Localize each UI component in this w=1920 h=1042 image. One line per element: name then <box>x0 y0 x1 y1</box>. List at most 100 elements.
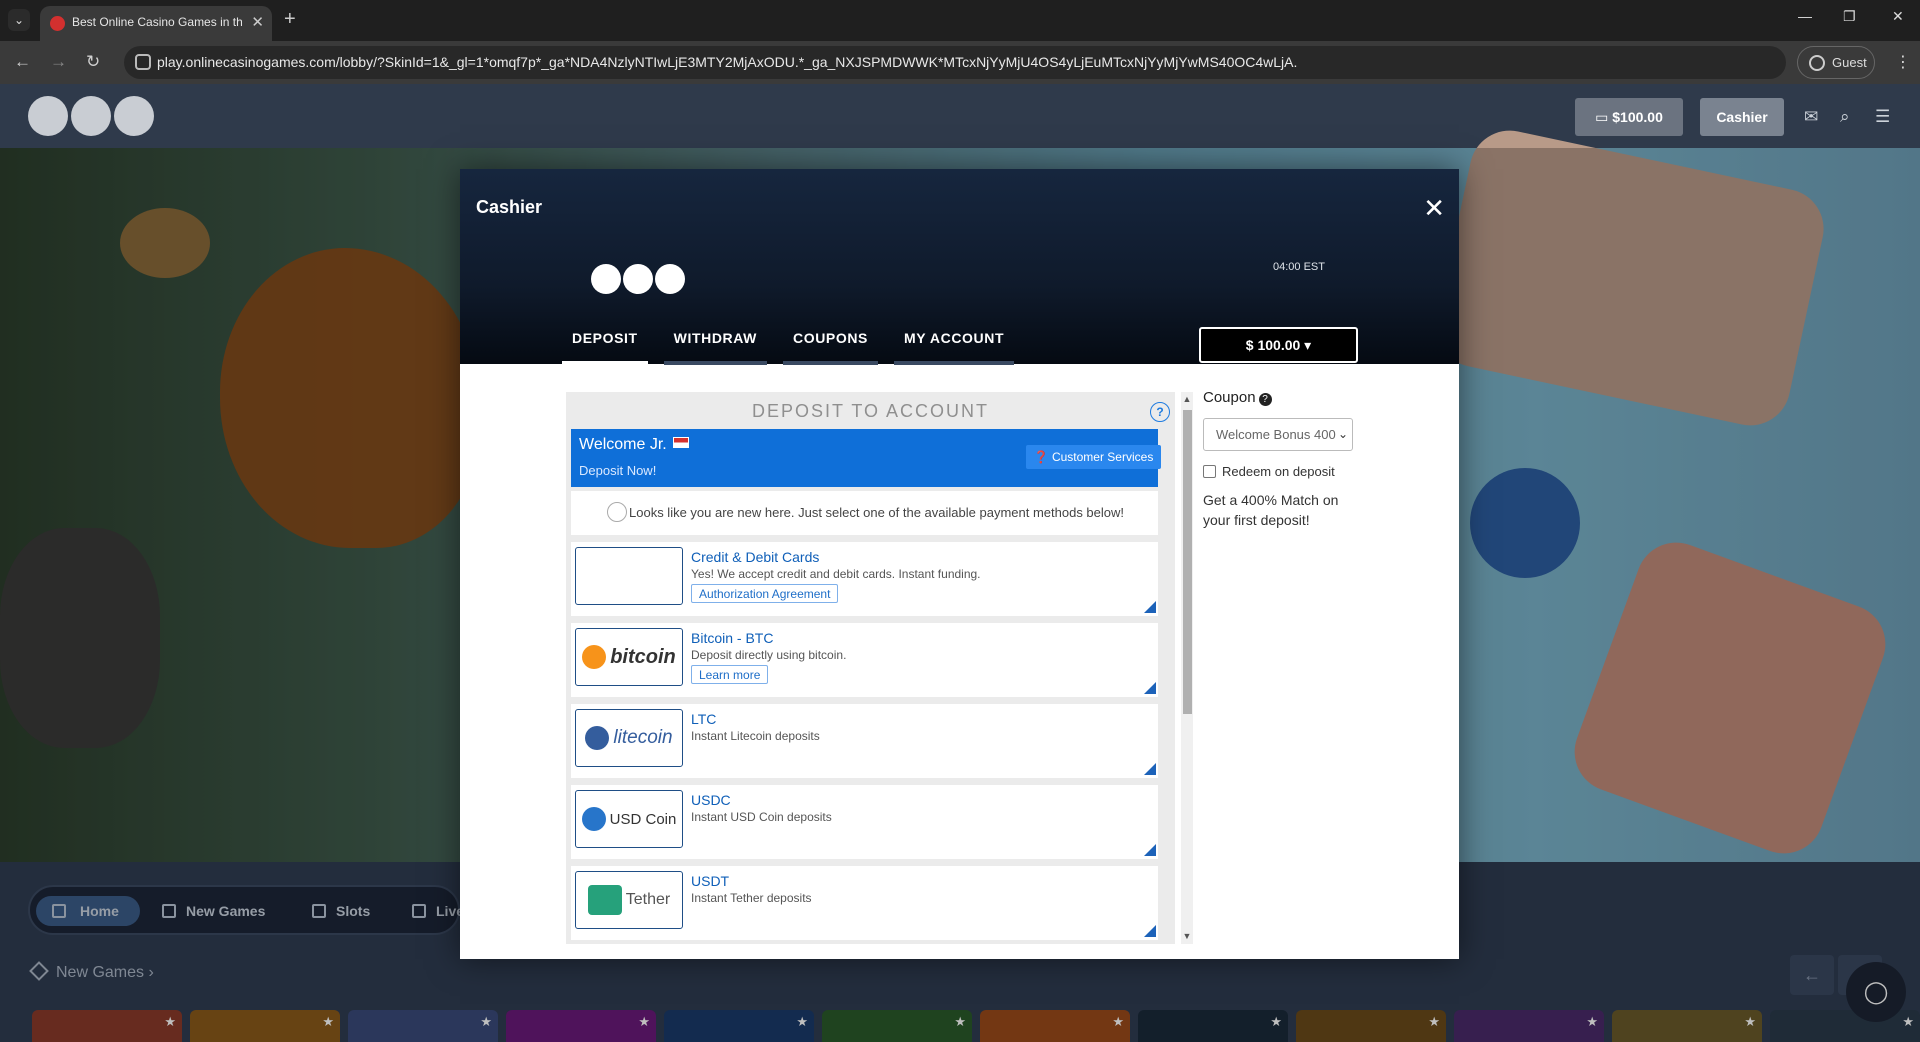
cashier-header: Cashier ✕ 04:00 EST DEPOSIT WITHDRAW COU… <box>460 169 1459 365</box>
bitcoin-icon <box>582 645 607 669</box>
welcome-line: Welcome Jr. <box>579 436 689 454</box>
tab-coupons[interactable]: COUPONS <box>783 329 878 365</box>
welcome-banner: Welcome Jr. Deposit Now! ❓ Customer Serv… <box>571 429 1161 487</box>
browser-menu-icon[interactable]: ⋮ <box>1895 52 1911 72</box>
usdc-icon <box>581 807 606 831</box>
site-logo[interactable] <box>28 90 154 142</box>
info-icon[interactable]: ? <box>1258 393 1272 406</box>
header-balance-button[interactable]: ▭ $100.00 <box>1575 98 1683 136</box>
address-bar[interactable]: play.onlinecasinogames.com/lobby/?SkinId… <box>124 46 1786 79</box>
hamburger-menu-icon[interactable]: ☰ <box>1875 107 1890 127</box>
close-window-icon[interactable]: ✕ <box>1892 8 1904 25</box>
reload-icon[interactable]: ↻ <box>86 52 100 72</box>
profile-icon <box>1809 55 1825 71</box>
redeem-checkbox[interactable] <box>1203 465 1216 478</box>
cashier-title: Cashier <box>476 197 543 217</box>
deposit-scrollbar-thumb[interactable] <box>1183 410 1192 714</box>
cashier-balance-dropdown[interactable]: $ 100.00 ▾ <box>1199 327 1358 363</box>
new-user-notice: Looks like you are new here. Just select… <box>571 491 1158 535</box>
coupon-select[interactable]: Welcome Bonus 400% ⌄ <box>1203 418 1353 451</box>
litecoin-icon <box>585 726 610 750</box>
tab-search-button[interactable]: ⌄ <box>8 9 30 31</box>
smiley-icon <box>607 502 627 522</box>
help-icon[interactable]: ? <box>1150 402 1170 422</box>
server-time: 04:00 EST <box>1273 261 1325 273</box>
bitcoin-logo: bitcoin <box>575 628 683 686</box>
payment-method-name: Credit & Debit Cards <box>691 549 820 565</box>
address-bar-row: ← → ↻ play.onlinecasinogames.com/lobby/?… <box>0 41 1920 84</box>
redeem-option[interactable]: Redeem on deposit <box>1203 464 1335 479</box>
back-icon[interactable]: ← <box>14 52 31 72</box>
restore-icon[interactable]: ❐ <box>1843 8 1856 25</box>
deposit-now-text: Deposit Now! <box>579 463 657 478</box>
payment-method-card[interactable]: Credit & Debit Cards Yes! We accept cred… <box>571 542 1158 616</box>
wallet-icon: ▭ <box>1595 109 1613 125</box>
welcome-text: Welcome Jr. <box>579 436 667 453</box>
payment-method-name: Bitcoin - BTC <box>691 630 774 646</box>
tab-withdraw[interactable]: WITHDRAW <box>663 329 767 365</box>
authorization-agreement-link[interactable]: Authorization Agreement <box>691 584 839 603</box>
payment-method-desc: Instant USD Coin deposits <box>691 810 832 824</box>
coupon-label-text: Coupon <box>1203 389 1256 406</box>
flag-icon <box>672 437 689 448</box>
chevron-down-icon: ⌄ <box>1335 427 1348 441</box>
deposit-title: DEPOSIT TO ACCOUNT <box>751 401 990 421</box>
site-info-icon[interactable] <box>135 54 151 70</box>
forward-icon[interactable]: → <box>50 52 67 72</box>
search-icon[interactable]: ⌕ <box>1840 107 1850 127</box>
tether-logo-text: Tether <box>625 891 671 908</box>
payment-method-name: LTC <box>691 711 717 727</box>
close-tab-icon[interactable]: ✕ <box>251 13 264 31</box>
corner-indicator-icon <box>1144 682 1156 694</box>
litecoin-logo: litecoin <box>575 709 683 767</box>
payment-method-litecoin[interactable]: litecoin LTC Instant Litecoin deposits <box>571 704 1158 778</box>
tab-title: Best Online Casino Games in th <box>72 15 242 29</box>
bitcoin-logo-text: bitcoin <box>610 645 676 668</box>
favicon-icon <box>50 16 65 31</box>
header-balance: $100.00 <box>1612 109 1663 125</box>
browser-tabstrip: ⌄ Best Online Casino Games in th ✕ + — ❐… <box>0 0 1920 41</box>
payment-method-bitcoin[interactable]: bitcoin Bitcoin - BTC Deposit directly u… <box>571 623 1158 697</box>
card-logo <box>575 547 683 605</box>
mail-icon[interactable]: ✉ <box>1804 107 1818 127</box>
new-user-text: Looks like you are new here. Just select… <box>629 505 1125 520</box>
deposit-panel: DEPOSIT TO ACCOUNT ? Welcome Jr. Deposit… <box>566 392 1175 944</box>
customer-services-button[interactable]: ❓ Customer Services <box>1026 445 1161 469</box>
learn-more-link[interactable]: Learn more <box>691 665 769 684</box>
cashier-tabs: DEPOSIT WITHDRAW COUPONS MY ACCOUNT <box>562 329 1030 365</box>
question-circle-icon: ❓ <box>1033 450 1049 464</box>
customer-services-label: Customer Services <box>1051 450 1154 464</box>
payment-method-usdt[interactable]: Tether USDT Instant Tether deposits <box>571 866 1158 940</box>
scroll-up-icon[interactable]: ▲ <box>1181 394 1193 404</box>
close-icon[interactable]: ✕ <box>1423 195 1445 221</box>
payment-method-desc: Instant Tether deposits <box>691 891 812 905</box>
corner-indicator-icon <box>1144 844 1156 856</box>
tab-deposit[interactable]: DEPOSIT <box>562 329 648 365</box>
promo-text: Get a 400% Match on your first deposit! <box>1203 492 1339 528</box>
tab-my-account[interactable]: MY ACCOUNT <box>894 329 1015 365</box>
payment-method-usdc[interactable]: USD Coin USDC Instant USD Coin deposits <box>571 785 1158 859</box>
payment-method-name: USDT <box>691 873 730 889</box>
tether-icon <box>587 885 622 915</box>
payment-method-desc: Instant Litecoin deposits <box>691 729 820 743</box>
litecoin-logo-text: litecoin <box>613 727 673 748</box>
cashier-modal: Cashier ✕ 04:00 EST DEPOSIT WITHDRAW COU… <box>460 169 1459 959</box>
payment-method-name: USDC <box>691 792 731 808</box>
url-text: play.onlinecasinogames.com/lobby/?SkinId… <box>157 54 1298 70</box>
minimize-icon[interactable]: — <box>1798 8 1812 24</box>
site-header: ▭ $100.00 Cashier ✉ ⌕ ☰ <box>0 84 1920 148</box>
profile-label: Guest <box>1832 55 1867 70</box>
payment-method-desc: Yes! We accept credit and debit cards. I… <box>691 567 981 581</box>
usdc-logo-text: USD Coin <box>609 810 677 828</box>
scroll-down-icon[interactable]: ▼ <box>1181 931 1193 941</box>
usdc-logo: USD Coin <box>575 790 683 848</box>
coupon-label: Coupon? <box>1203 389 1272 406</box>
redeem-label: Redeem on deposit <box>1222 464 1335 479</box>
browser-tab[interactable]: Best Online Casino Games in th ✕ <box>40 6 272 41</box>
coupon-selected-value: Welcome Bonus 400% <box>1216 427 1348 442</box>
header-cashier-button[interactable]: Cashier <box>1700 98 1784 136</box>
profile-button[interactable]: Guest <box>1797 46 1875 79</box>
corner-indicator-icon <box>1144 925 1156 937</box>
corner-indicator-icon <box>1144 601 1156 613</box>
new-tab-icon[interactable]: + <box>284 8 296 31</box>
